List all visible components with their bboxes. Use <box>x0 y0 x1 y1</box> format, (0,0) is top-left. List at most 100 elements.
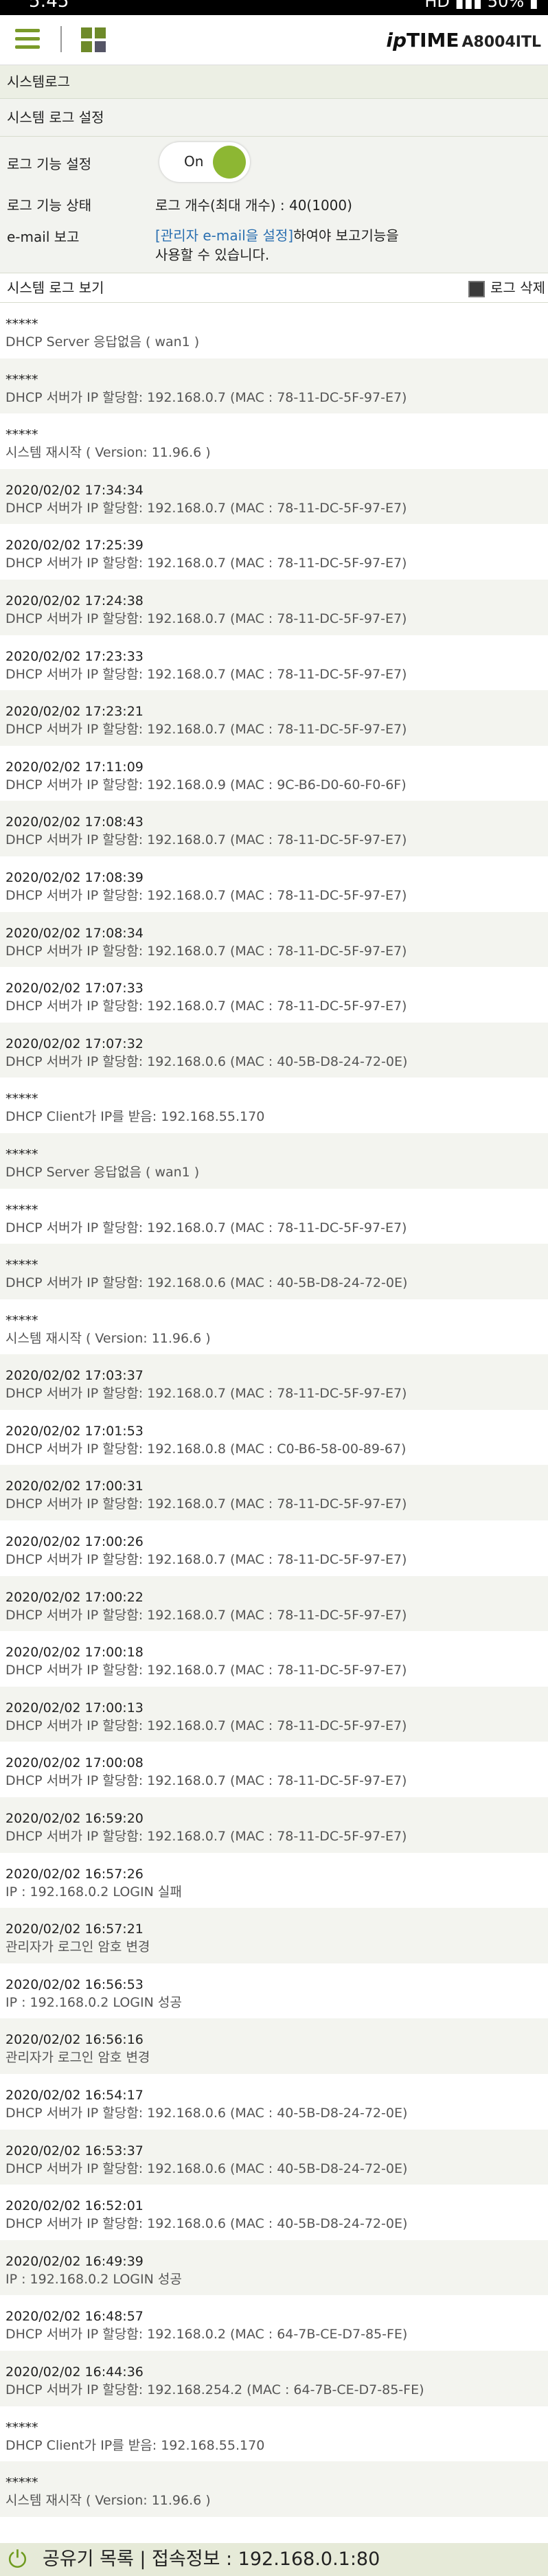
log-timestamp: 2020/02/02 16:56:53 <box>5 1976 144 1992</box>
log-message: DHCP 서버가 IP 할당함: 192.168.0.6 (MAC : 40-5… <box>5 2106 408 2121</box>
log-entry: 2020/02/02 17:00:18 DHCP 서버가 IP 할당함: 192.… <box>0 1631 548 1687</box>
log-view-header: 시스템 로그 보기 로그 삭제 <box>0 273 548 303</box>
log-message: DHCP 서버가 IP 할당함: 192.168.0.7 (MAC : 78-1… <box>5 556 407 571</box>
log-entry: 2020/02/02 17:08:34 DHCP 서버가 IP 할당함: 192.… <box>0 911 548 968</box>
log-message: DHCP 서버가 IP 할당함: 192.168.0.7 (MAC : 78-1… <box>5 611 407 626</box>
signal-icon: ▮▮▮ <box>455 0 483 11</box>
log-message: DHCP 서버가 IP 할당함: 192.168.0.7 (MAC : 78-1… <box>5 1552 407 1568</box>
log-entry: ***** DHCP Client가 IP를 받음: 192.168.55.170 <box>0 2406 548 2462</box>
log-timestamp: ***** <box>5 1257 38 1273</box>
log-timestamp: ***** <box>5 1202 38 1218</box>
log-entry: ***** 시스템 재시작 ( Version: 11.96.6 ) <box>0 1299 548 1355</box>
log-message: DHCP 서버가 IP 할당함: 192.168.0.7 (MAC : 78-1… <box>5 1496 407 1512</box>
log-message: DHCP 서버가 IP 할당함: 192.168.0.6 (MAC : 40-5… <box>5 1275 408 1291</box>
log-entry: 2020/02/02 17:23:33 DHCP 서버가 IP 할당함: 192.… <box>0 635 548 691</box>
log-message: DHCP 서버가 IP 할당함: 192.168.0.7 (MAC : 78-1… <box>5 887 407 903</box>
log-timestamp: 2020/02/02 17:11:09 <box>5 759 144 775</box>
log-timestamp: 2020/02/02 16:44:36 <box>5 2364 144 2380</box>
log-message: DHCP 서버가 IP 할당함: 192.168.0.7 (MAC : 78-1… <box>5 1607 407 1623</box>
log-message: DHCP 서버가 IP 할당함: 192.168.0.6 (MAC : 40-5… <box>5 2216 408 2232</box>
log-timestamp: ***** <box>5 317 38 332</box>
log-entry: 2020/02/02 16:49:39 IP : 192.168.0.2 LOGI… <box>0 2239 548 2296</box>
footer-bar: ⏻ 공유기 목록 | 접속정보 : 192.168.0.1:80 <box>0 2543 548 2576</box>
log-message: DHCP Server 응답없음 ( wan1 ) <box>5 1164 200 1180</box>
log-view-title: 시스템 로그 보기 <box>7 280 104 296</box>
log-entry: 2020/02/02 17:34:34 DHCP 서버가 IP 할당함: 192.… <box>0 468 548 525</box>
log-entry: 2020/02/02 16:56:53 IP : 192.168.0.2 LOGI… <box>0 1963 548 2019</box>
log-entry: 2020/02/02 17:00:13 DHCP 서버가 IP 할당함: 192.… <box>0 1686 548 1742</box>
admin-email-link[interactable]: [관리자 e-mail을 설정] <box>155 227 293 244</box>
settings-panel: 로그 기능 설정 On 로그 기능 상태 로그 개수(최대 개수) : 40(1… <box>0 137 548 273</box>
log-timestamp: 2020/02/02 16:53:37 <box>5 2143 144 2158</box>
log-message: DHCP 서버가 IP 할당함: 192.168.0.9 (MAC : 9C-B… <box>5 777 407 793</box>
log-entry: 2020/02/02 17:23:21 DHCP 서버가 IP 할당함: 192.… <box>0 690 548 746</box>
log-message: DHCP 서버가 IP 할당함: 192.168.0.7 (MAC : 78-1… <box>5 1773 407 1789</box>
log-timestamp: 2020/02/02 17:08:34 <box>5 925 144 941</box>
log-entry: 2020/02/02 16:54:17 DHCP 서버가 IP 할당함: 192.… <box>0 2074 548 2130</box>
log-timestamp: 2020/02/02 17:03:37 <box>5 1368 144 1384</box>
log-entry: 2020/02/02 16:57:26 IP : 192.168.0.2 LOGI… <box>0 1853 548 1908</box>
log-enable-toggle[interactable]: On <box>159 142 250 182</box>
log-message: DHCP Server 응답없음 ( wan1 ) <box>5 334 200 350</box>
log-entry: 2020/02/02 17:00:26 DHCP 서버가 IP 할당함: 192.… <box>0 1520 548 1576</box>
log-entry: 2020/02/02 17:25:39 DHCP 서버가 IP 할당함: 192.… <box>0 524 548 580</box>
log-entry: 2020/02/02 16:59:20 DHCP 서버가 IP 할당함: 192.… <box>0 1797 548 1853</box>
log-timestamp: ***** <box>5 1312 38 1328</box>
log-entry: 2020/02/02 17:08:39 DHCP 서버가 IP 할당함: 192.… <box>0 856 548 912</box>
log-message: IP : 192.168.0.2 LOGIN 성공 <box>5 1994 182 2010</box>
battery-icon: ▮ <box>529 0 538 11</box>
log-status-label: 로그 기능 상태 <box>7 197 92 214</box>
log-entry: 2020/02/02 16:52:01 DHCP 서버가 IP 할당함: 192.… <box>0 2185 548 2240</box>
log-entry: ***** 시스템 재시작 ( Version: 11.96.6 ) <box>0 413 548 469</box>
log-timestamp: 2020/02/02 17:08:43 <box>5 814 144 830</box>
log-entry: 2020/02/02 17:03:37 DHCP 서버가 IP 할당함: 192.… <box>0 1354 548 1410</box>
log-entry: ***** DHCP 서버가 IP 할당함: 192.168.0.6 (MAC :… <box>0 1244 548 1299</box>
status-bar: 5:45 HD ▮▮▮ 50% ▮ <box>0 0 548 15</box>
toggle-knob <box>213 146 246 179</box>
log-entry: 2020/02/02 16:48:57 DHCP 서버가 IP 할당함: 192.… <box>0 2295 548 2351</box>
log-entry: 2020/02/02 16:57:21 관리자가 로그인 암호 변경 <box>0 1908 548 1963</box>
log-message: DHCP Client가 IP를 받음: 192.168.55.170 <box>5 1109 265 1125</box>
log-message: DHCP 서버가 IP 할당함: 192.168.0.7 (MAC : 78-1… <box>5 999 407 1014</box>
network-icon: HD <box>424 0 450 11</box>
log-timestamp: 2020/02/02 17:34:34 <box>5 482 144 498</box>
power-icon[interactable]: ⏻ <box>8 2543 27 2576</box>
log-timestamp: 2020/02/02 17:01:53 <box>5 1423 144 1439</box>
log-entry: 2020/02/02 17:08:43 DHCP 서버가 IP 할당함: 192.… <box>0 801 548 856</box>
log-message: DHCP 서버가 IP 할당함: 192.168.0.7 (MAC : 78-1… <box>5 1718 407 1733</box>
log-entry: 2020/02/02 17:07:32 DHCP 서버가 IP 할당함: 192.… <box>0 1022 548 1078</box>
status-icons: HD ▮▮▮ 50% ▮ <box>424 0 538 11</box>
log-message: DHCP 서버가 IP 할당함: 192.168.0.7 (MAC : 78-1… <box>5 666 407 682</box>
log-message: 관리자가 로그인 암호 변경 <box>5 2050 150 2066</box>
log-entry: ***** 시스템 재시작 ( Version: 11.96.6 ) <box>0 2461 548 2517</box>
log-timestamp: 2020/02/02 17:07:32 <box>5 1036 144 1051</box>
log-entry: 2020/02/02 17:01:53 DHCP 서버가 IP 할당함: 192.… <box>0 1410 548 1466</box>
log-timestamp: 2020/02/02 17:00:13 <box>5 1700 144 1716</box>
log-timestamp: ***** <box>5 2475 38 2491</box>
log-entry: 2020/02/02 17:24:38 DHCP 서버가 IP 할당함: 192.… <box>0 579 548 635</box>
log-message: 시스템 재시작 ( Version: 11.96.6 ) <box>5 2493 211 2509</box>
email-note: 하여야 보고기능을 <box>293 227 399 244</box>
menu-icon[interactable] <box>15 29 40 49</box>
log-timestamp: 2020/02/02 16:49:39 <box>5 2253 144 2269</box>
log-entry: 2020/02/02 17:00:22 DHCP 서버가 IP 할당함: 192.… <box>0 1575 548 1632</box>
log-timestamp: 2020/02/02 17:00:22 <box>5 1589 144 1605</box>
log-timestamp: 2020/02/02 16:48:57 <box>5 2309 144 2325</box>
log-entry: 2020/02/02 17:00:08 DHCP 서버가 IP 할당함: 192.… <box>0 1742 548 1797</box>
log-timestamp: 2020/02/02 17:00:18 <box>5 1645 144 1661</box>
delete-icon <box>468 280 486 297</box>
log-message: DHCP 서버가 IP 할당함: 192.168.0.7 (MAC : 78-1… <box>5 389 407 405</box>
grid-icon[interactable] <box>81 27 106 52</box>
log-timestamp: 2020/02/02 17:25:39 <box>5 538 144 554</box>
delete-log-button[interactable]: 로그 삭제 <box>468 273 545 302</box>
log-timestamp: 2020/02/02 17:23:33 <box>5 648 144 664</box>
log-timestamp: 2020/02/02 16:52:01 <box>5 2198 144 2214</box>
log-message: DHCP Client가 IP를 받음: 192.168.55.170 <box>5 2437 265 2453</box>
log-message: DHCP 서버가 IP 할당함: 192.168.254.2 (MAC : 64… <box>5 2382 424 2397</box>
footer-text[interactable]: 공유기 목록 | 접속정보 : 192.168.0.1:80 <box>43 2543 380 2576</box>
log-timestamp: ***** <box>5 1091 38 1107</box>
log-timestamp: 2020/02/02 17:00:08 <box>5 1755 144 1771</box>
toggle-text: On <box>184 153 204 170</box>
app-header: ipTIME A8004ITL <box>0 15 548 65</box>
model-name: A8004ITL <box>461 34 541 51</box>
